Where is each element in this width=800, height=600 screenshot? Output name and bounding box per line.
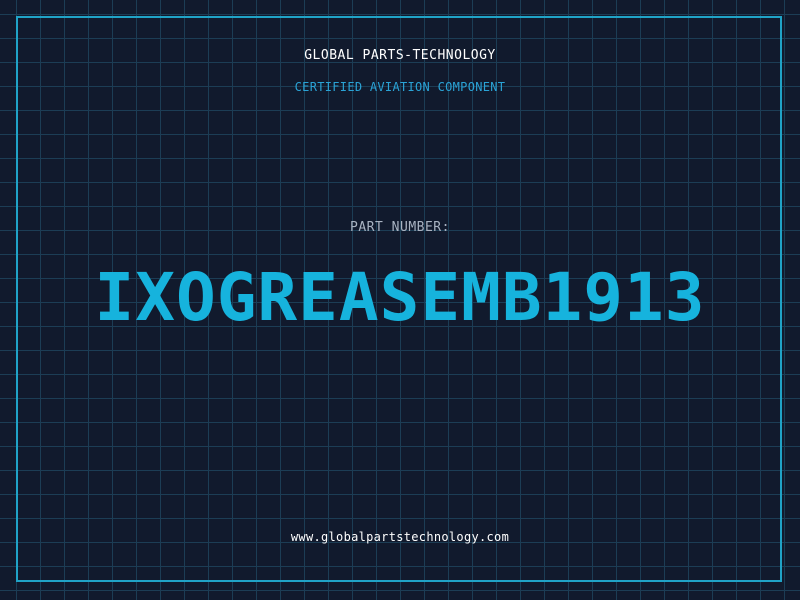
part-number-value: IXOGREASEMB1913: [94, 259, 706, 336]
website-url: www.globalpartstechnology.com: [290, 530, 510, 544]
part-number-label: PART NUMBER:: [350, 220, 450, 235]
certification-subtitle: CERTIFIED AVIATION COMPONENT: [294, 80, 506, 94]
company-name: GLOBAL PARTS-TECHNOLOGY: [304, 48, 496, 63]
